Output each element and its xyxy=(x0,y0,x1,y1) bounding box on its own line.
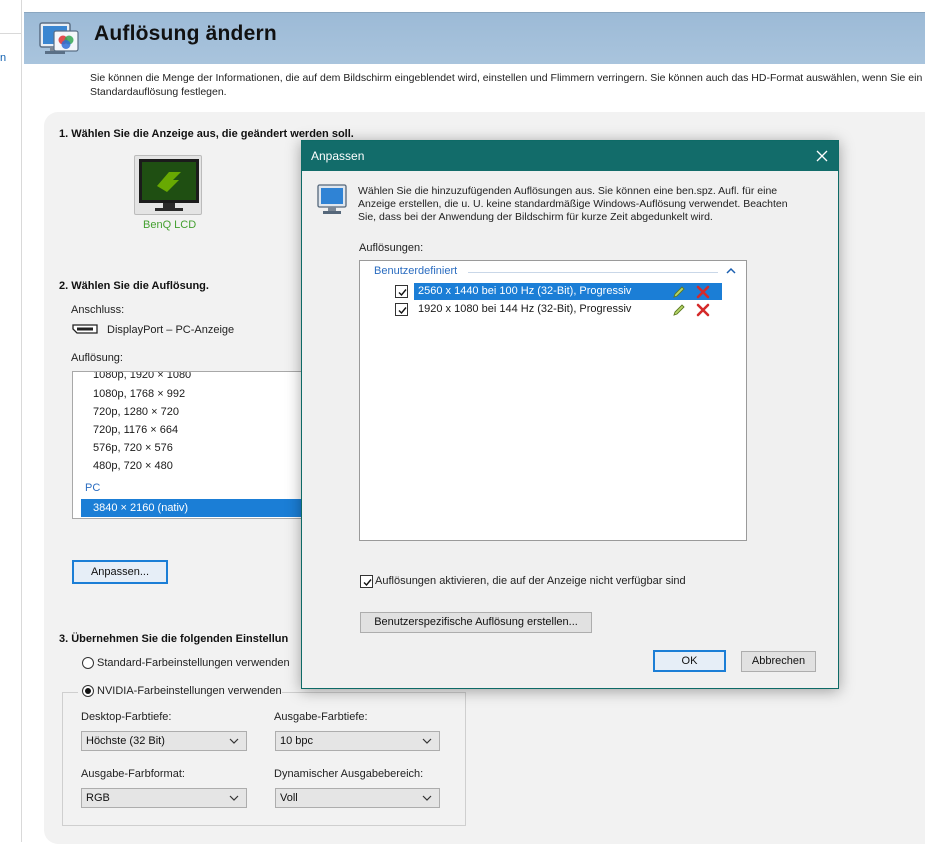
output-format-select[interactable]: RGB xyxy=(81,788,247,808)
dialog-title: Anpassen xyxy=(311,149,365,163)
resolution-item[interactable]: 720p, 1176 × 664 xyxy=(93,424,178,436)
resolution-group-pc: PC xyxy=(85,482,101,494)
page-title: Auflösung ändern xyxy=(94,22,277,45)
display-settings-icon xyxy=(38,19,82,59)
desktop-depth-value: Höchste (32 Bit) xyxy=(86,735,165,747)
output-depth-select[interactable]: 10 bpc xyxy=(275,731,440,751)
group-divider xyxy=(468,272,718,273)
section-1-title: 1. Wählen Sie die Anzeige aus, die geänd… xyxy=(59,128,354,140)
dynamic-range-select[interactable]: Voll xyxy=(275,788,440,808)
resolution-item[interactable]: 1080p, 1768 × 992 xyxy=(93,388,185,400)
customize-button[interactable]: Anpassen... xyxy=(72,560,168,584)
connection-label: Anschluss: xyxy=(71,304,125,316)
monitor-name-label: BenQ LCD xyxy=(143,219,197,231)
output-format-label: Ausgabe-Farbformat: xyxy=(81,768,185,780)
customize-dialog: Anpassen Wählen Sie die hinzuzufügenden … xyxy=(301,140,839,689)
enable-unavailable-label: Auflösungen aktivieren, die auf der Anze… xyxy=(375,575,686,587)
chevron-down-icon xyxy=(229,795,239,801)
cancel-button[interactable]: Abbrechen xyxy=(741,651,816,672)
page-description: Sie können die Menge der Informationen, … xyxy=(90,72,923,98)
radio-standard-colors[interactable] xyxy=(82,657,94,669)
monitor-tile[interactable] xyxy=(134,155,202,215)
resolution-row-label: 2560 x 1440 bei 100 Hz (32-Bit), Progres… xyxy=(418,285,632,297)
create-custom-resolution-button[interactable]: Benutzerspezifische Auflösung erstellen.… xyxy=(360,612,592,633)
delete-x-icon[interactable] xyxy=(696,303,710,317)
displayport-icon xyxy=(72,324,98,334)
row-checkbox[interactable] xyxy=(395,285,408,298)
output-depth-value: 10 bpc xyxy=(280,735,314,747)
desktop-depth-label: Desktop-Farbtiefe: xyxy=(81,711,172,723)
sidebar-link-fragment[interactable]: n xyxy=(0,52,6,64)
resolution-label: Auflösung: xyxy=(71,352,123,364)
chevron-down-icon xyxy=(229,738,239,744)
left-strip-header xyxy=(0,0,22,34)
monitor-icon xyxy=(139,159,199,211)
edit-pencil-icon[interactable] xyxy=(672,285,686,299)
resolution-row[interactable]: 1920 x 1080 bei 144 Hz (32-Bit), Progres… xyxy=(418,301,631,318)
output-format-value: RGB xyxy=(86,792,110,804)
radio-standard-label: Standard-Farbeinstellungen verwenden xyxy=(97,657,290,669)
chevron-up-icon[interactable] xyxy=(726,266,736,274)
page-header: Auflösung ändern xyxy=(24,12,925,64)
resolution-item[interactable]: 480p, 720 × 480 xyxy=(93,460,173,472)
row-checkbox[interactable] xyxy=(395,303,408,316)
chevron-down-icon xyxy=(422,738,432,744)
group-legend: NVIDIA-Farbeinstellungen verwenden xyxy=(78,684,282,700)
resolution-item[interactable]: 1080p, 1920 × 1080 xyxy=(93,372,191,381)
section-3-title: 3. Übernehmen Sie die folgenden Einstell… xyxy=(59,633,289,645)
left-navigation-strip: n xyxy=(0,0,22,842)
resolution-item[interactable]: 720p, 1280 × 720 xyxy=(93,406,179,418)
group-custom-label: Benutzerdefiniert xyxy=(374,265,458,277)
section-2-title: 2. Wählen Sie die Auflösung. xyxy=(59,280,209,292)
dialog-description: Wählen Sie die hinzuzufügenden Auflösung… xyxy=(358,185,788,223)
output-depth-label: Ausgabe-Farbtiefe: xyxy=(274,711,368,723)
ok-button[interactable]: OK xyxy=(653,650,726,672)
custom-resolutions-list[interactable]: Benutzerdefiniert 2560 x 1440 bei 100 Hz… xyxy=(359,260,747,541)
desktop-depth-select[interactable]: Höchste (32 Bit) xyxy=(81,731,247,751)
resolution-item[interactable]: 576p, 720 × 576 xyxy=(93,442,173,454)
radio-nvidia-label: NVIDIA-Farbeinstellungen verwenden xyxy=(97,685,282,697)
dynamic-range-value: Voll xyxy=(280,792,298,804)
edit-pencil-icon[interactable] xyxy=(672,303,686,317)
enable-unavailable-checkbox[interactable] xyxy=(360,575,373,588)
close-icon[interactable] xyxy=(814,148,830,164)
resolution-row-label: 1920 x 1080 bei 144 Hz (32-Bit), Progres… xyxy=(418,303,632,315)
delete-x-icon[interactable] xyxy=(696,285,710,299)
radio-nvidia-colors[interactable] xyxy=(82,685,94,697)
monitor-info-icon xyxy=(316,183,348,217)
resolutions-label: Auflösungen: xyxy=(359,242,424,254)
connection-value: DisplayPort – PC-Anzeige xyxy=(107,324,235,336)
chevron-down-icon xyxy=(422,795,432,801)
dialog-title-bar[interactable]: Anpassen xyxy=(302,141,838,171)
dynamic-range-label: Dynamischer Ausgabebereich: xyxy=(274,768,424,780)
